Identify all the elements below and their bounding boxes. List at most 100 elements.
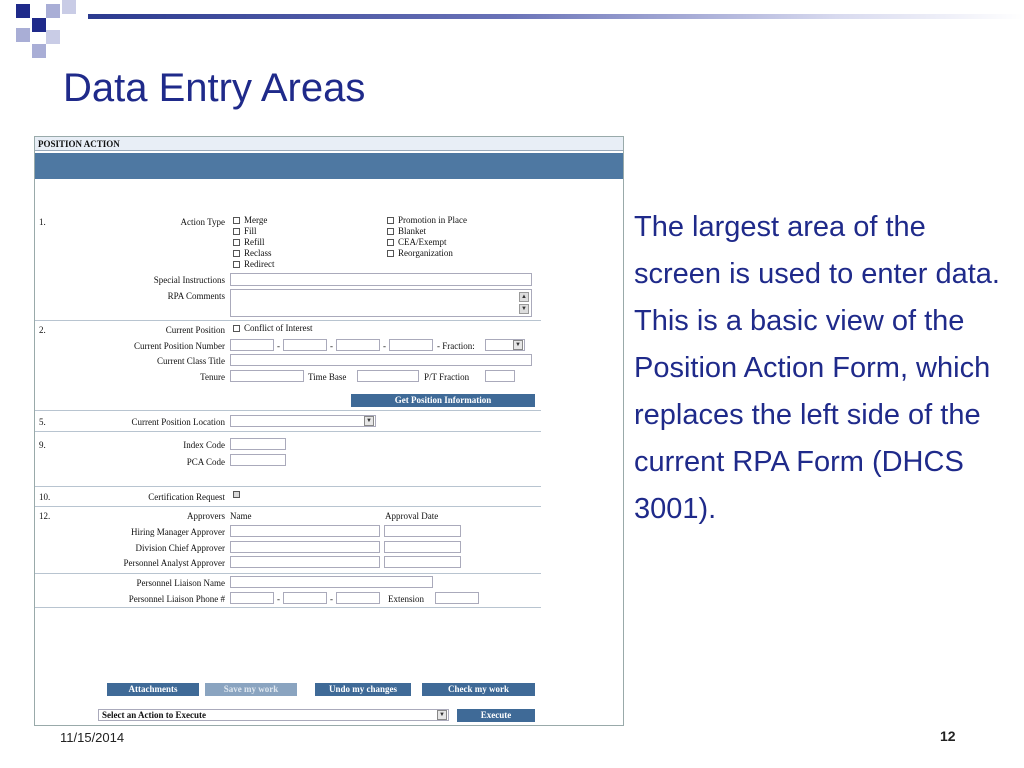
dash: - bbox=[330, 341, 333, 351]
check-my-work-button[interactable]: Check my work bbox=[422, 683, 535, 696]
phone-field[interactable] bbox=[336, 592, 380, 604]
checkbox[interactable] bbox=[387, 228, 394, 235]
position-number-field[interactable] bbox=[230, 339, 274, 351]
fraction-label: - Fraction: bbox=[437, 341, 475, 351]
extension-field[interactable] bbox=[435, 592, 479, 604]
save-my-work-button[interactable]: Save my work bbox=[205, 683, 297, 696]
current-position-location-label: Current Position Location bbox=[131, 417, 226, 427]
checkbox[interactable] bbox=[233, 239, 240, 246]
section-number: 12. bbox=[39, 511, 51, 521]
divider bbox=[35, 410, 541, 411]
approver-name-field[interactable] bbox=[230, 525, 380, 537]
position-number-field[interactable] bbox=[336, 339, 380, 351]
slide-title: Data Entry Areas bbox=[63, 66, 366, 110]
approval-date-field[interactable] bbox=[384, 525, 461, 537]
option-label: Fill bbox=[244, 226, 257, 236]
section-number: 5. bbox=[39, 417, 46, 427]
undo-my-changes-button[interactable]: Undo my changes bbox=[315, 683, 411, 696]
extension-label: Extension bbox=[388, 594, 424, 604]
attachments-button[interactable]: Attachments bbox=[107, 683, 199, 696]
checkbox[interactable] bbox=[233, 250, 240, 257]
dash: - bbox=[383, 341, 386, 351]
approver-name-field[interactable] bbox=[230, 541, 380, 553]
checkbox[interactable] bbox=[387, 217, 394, 224]
checkbox[interactable] bbox=[233, 228, 240, 235]
approver-name-field[interactable] bbox=[230, 556, 380, 568]
approval-date-field[interactable] bbox=[384, 541, 461, 553]
action-select[interactable]: Select an Action to Execute ▼ bbox=[98, 709, 449, 721]
position-number-field[interactable] bbox=[389, 339, 433, 351]
footer-date: 11/15/2014 bbox=[60, 730, 125, 745]
personnel-liaison-name-field[interactable] bbox=[230, 576, 433, 588]
action-select-value: Select an Action to Execute bbox=[102, 710, 206, 720]
checkbox[interactable] bbox=[233, 217, 240, 224]
tenure-field[interactable] bbox=[230, 370, 304, 382]
option-label: Redirect bbox=[244, 259, 275, 269]
option-label: Reorganization bbox=[398, 248, 453, 258]
dash: - bbox=[277, 341, 280, 351]
corner-decoration bbox=[0, 0, 88, 62]
chevron-down-icon: ▼ bbox=[437, 710, 447, 720]
rpa-comments-label: RPA Comments bbox=[167, 291, 225, 301]
pca-code-label: PCA Code bbox=[186, 457, 225, 467]
checkbox[interactable] bbox=[233, 325, 240, 332]
personnel-liaison-name-label: Personnel Liaison Name bbox=[136, 578, 225, 588]
section-number: 10. bbox=[39, 492, 51, 502]
rpa-comments-field[interactable]: ▲ ▼ bbox=[230, 289, 532, 317]
position-number-field[interactable] bbox=[283, 339, 327, 351]
certification-request-label: Certification Request bbox=[148, 492, 225, 502]
pt-fraction-field[interactable] bbox=[485, 370, 515, 382]
form-header-band bbox=[35, 153, 623, 179]
approval-date-column-header: Approval Date bbox=[385, 511, 439, 521]
approver-label: Hiring Manager Approver bbox=[131, 527, 225, 537]
pca-code-field[interactable] bbox=[230, 454, 286, 466]
divider bbox=[35, 431, 541, 432]
index-code-field[interactable] bbox=[230, 438, 286, 450]
scroll-down-icon[interactable]: ▼ bbox=[519, 304, 529, 314]
phone-field[interactable] bbox=[230, 592, 274, 604]
option-label: CEA/Exempt bbox=[398, 237, 447, 247]
phone-field[interactable] bbox=[283, 592, 327, 604]
section-number: 9. bbox=[39, 440, 46, 450]
title-accent-bar bbox=[88, 14, 1024, 19]
position-action-form: POSITION ACTION 1. Action Type Merge Fil… bbox=[34, 136, 624, 726]
section-number: 1. bbox=[39, 217, 46, 227]
time-base-field[interactable] bbox=[357, 370, 419, 382]
time-base-label: Time Base bbox=[308, 372, 347, 382]
fraction-select[interactable]: ▼ bbox=[485, 339, 525, 351]
divider bbox=[35, 573, 541, 574]
get-position-information-button[interactable]: Get Position Information bbox=[351, 394, 535, 407]
current-class-title-field[interactable] bbox=[230, 354, 532, 366]
checkbox[interactable] bbox=[387, 250, 394, 257]
approvers-label: Approvers bbox=[187, 511, 225, 521]
conflict-of-interest-label: Conflict of Interest bbox=[244, 323, 313, 333]
chevron-down-icon: ▼ bbox=[513, 340, 523, 350]
special-instructions-field[interactable] bbox=[230, 273, 532, 286]
checkbox[interactable] bbox=[233, 491, 240, 498]
slide-body-text: The largest area of the screen is used t… bbox=[634, 211, 1000, 525]
dash: - bbox=[330, 594, 333, 604]
scroll-up-icon[interactable]: ▲ bbox=[519, 292, 529, 302]
approval-date-field[interactable] bbox=[384, 556, 461, 568]
option-label: Refill bbox=[244, 237, 265, 247]
pt-fraction-label: P/T Fraction bbox=[424, 372, 470, 382]
checkbox[interactable] bbox=[233, 261, 240, 268]
option-label: Merge bbox=[244, 215, 268, 225]
current-position-number-label: Current Position Number bbox=[134, 341, 225, 351]
special-instructions-label: Special Instructions bbox=[153, 275, 225, 285]
option-label: Promotion in Place bbox=[398, 215, 467, 225]
approver-label: Division Chief Approver bbox=[135, 543, 226, 553]
current-position-location-select[interactable]: ▼ bbox=[230, 415, 376, 427]
execute-button[interactable]: Execute bbox=[457, 709, 535, 722]
section-number: 2. bbox=[39, 325, 46, 335]
divider bbox=[35, 607, 541, 608]
personnel-liaison-phone-label: Personnel Liaison Phone # bbox=[128, 594, 225, 604]
divider bbox=[35, 506, 541, 507]
name-column-header: Name bbox=[230, 511, 252, 521]
page-number: 12 bbox=[940, 728, 956, 744]
tenure-label: Tenure bbox=[200, 372, 225, 382]
checkbox[interactable] bbox=[387, 239, 394, 246]
option-label: Reclass bbox=[244, 248, 272, 258]
index-code-label: Index Code bbox=[183, 440, 225, 450]
option-label: Blanket bbox=[398, 226, 426, 236]
